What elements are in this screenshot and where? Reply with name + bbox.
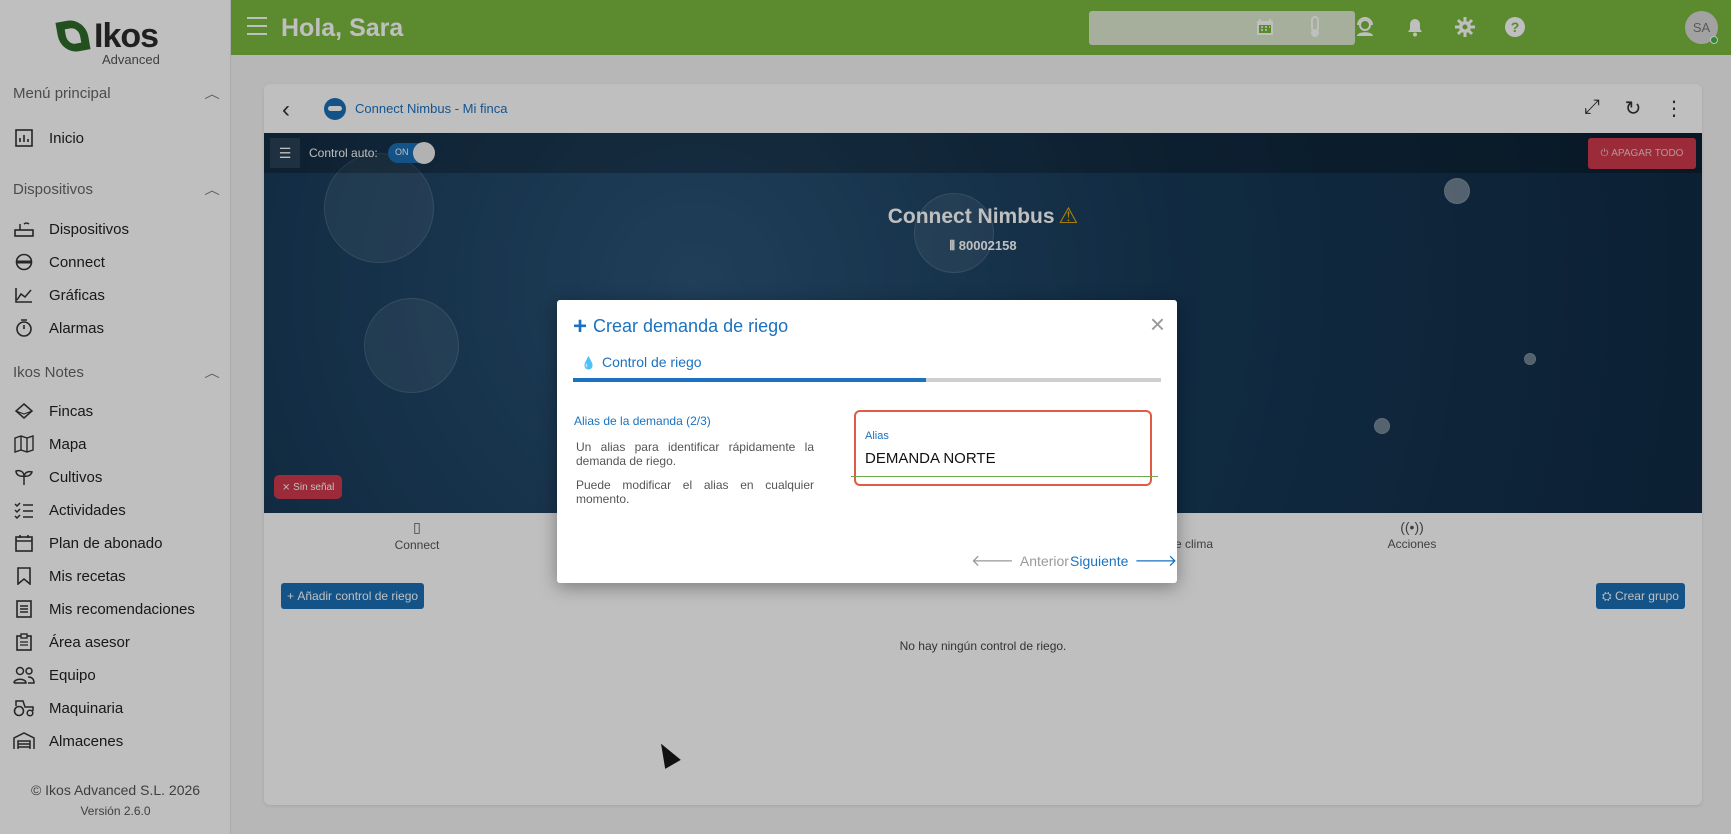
arrow-left-icon: 🡐 <box>971 553 1014 570</box>
next-label: Siguiente <box>1070 552 1129 569</box>
description-2: Puede modificar el alias en cualquier mo… <box>576 478 814 506</box>
close-icon[interactable]: × <box>1150 309 1165 340</box>
modal-title-text: Crear demanda de riego <box>593 316 789 336</box>
plus-icon: + <box>573 312 588 340</box>
wizard-progress <box>573 378 1161 382</box>
progress-fill <box>573 378 926 382</box>
section-title: Alias de la demanda (2/3) <box>574 414 711 428</box>
previous-label: Anterior <box>1019 552 1069 569</box>
description-1: Un alias para identificar rápidamente la… <box>576 440 814 468</box>
step-label: 💧 Control de riego <box>581 354 702 370</box>
alias-field[interactable]: Alias DEMANDA NORTE <box>854 410 1152 486</box>
create-demand-modal: + Crear demanda de riego × 💧 Control de ri… <box>557 300 1177 583</box>
alias-input[interactable]: DEMANDA NORTE <box>865 450 996 467</box>
arrow-right-icon: 🡒 <box>1134 553 1178 570</box>
alias-underline <box>851 476 1158 477</box>
water-drops-icon: 💧 <box>581 356 596 370</box>
modal-title: + Crear demanda de riego <box>573 312 789 340</box>
next-button[interactable]: Siguiente 🡒 <box>1070 550 1183 571</box>
alias-label: Alias <box>865 430 889 442</box>
step-label-text: Control de riego <box>601 354 702 370</box>
previous-button[interactable]: 🡐 Anterior <box>965 550 1069 571</box>
